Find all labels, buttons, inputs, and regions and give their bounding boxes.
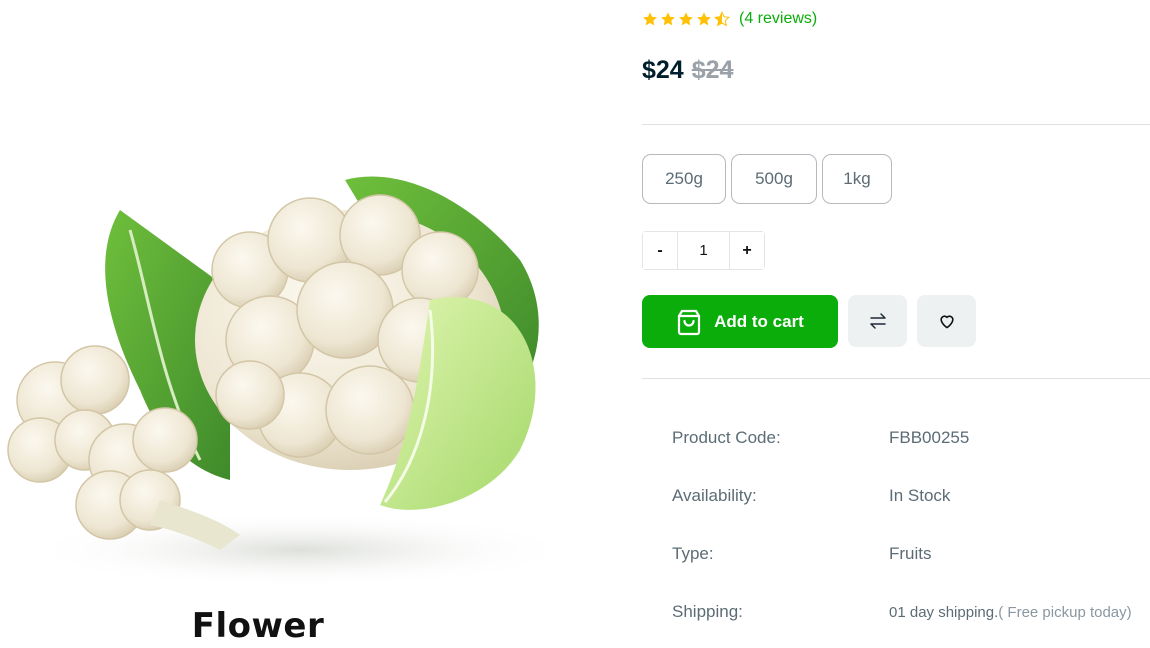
product-gallery: Flower: [0, 0, 600, 648]
product-actions: Add to cart: [642, 295, 976, 348]
spec-row-type: Type: Fruits: [672, 525, 1150, 583]
rating-stars: [642, 11, 730, 27]
spec-value: FBB00255: [889, 428, 970, 447]
wishlist-button[interactable]: [917, 295, 976, 347]
weight-options: 250g 500g 1kg: [642, 154, 892, 204]
product-details: (4 reviews) $24 $24 250g 500g 1kg - 1 + …: [642, 0, 1150, 648]
quantity-stepper: - 1 +: [642, 231, 765, 270]
arrows-swap-icon: [869, 313, 886, 329]
reviews-link[interactable]: (4 reviews): [739, 10, 817, 28]
spec-value: In Stock: [889, 486, 951, 505]
rating-row: (4 reviews): [642, 8, 817, 30]
quantity-decrease-button[interactable]: -: [643, 232, 677, 269]
original-price: $24: [691, 56, 734, 84]
weight-option-250g[interactable]: 250g: [642, 154, 726, 204]
star-full-icon: [643, 12, 657, 26]
divider: [642, 378, 1150, 379]
star-half-icon: [714, 11, 730, 27]
spec-label: Product Code:: [672, 428, 781, 447]
spec-label: Shipping:: [672, 602, 743, 621]
shopping-bag-icon: [678, 309, 701, 335]
add-to-cart-label: Add to cart: [714, 311, 804, 331]
star-full-icon: [661, 12, 675, 26]
spec-label: Availability:: [672, 486, 757, 505]
weight-option-500g[interactable]: 500g: [731, 154, 817, 204]
weight-option-1kg[interactable]: 1kg: [822, 154, 892, 204]
price-row: $24 $24: [642, 56, 733, 85]
spec-value: Fruits: [889, 544, 932, 563]
star-full-icon: [679, 12, 693, 26]
spec-label: Type:: [672, 544, 714, 563]
product-caption: Flower: [191, 606, 325, 646]
product-specs: Product Code: FBB00255 Availability: In …: [672, 409, 1150, 641]
spec-row-availability: Availability: In Stock: [672, 467, 1150, 525]
shipping-time: 01 day shipping.: [889, 604, 999, 621]
spec-row-shipping: Shipping: 01 day shipping.( Free pickup …: [672, 583, 1150, 641]
divider: [642, 124, 1150, 125]
product-image[interactable]: [0, 140, 600, 590]
shipping-note: ( Free pickup today): [998, 604, 1132, 621]
current-price: $24: [642, 56, 684, 84]
quantity-input[interactable]: 1: [677, 232, 730, 269]
star-full-icon: [697, 12, 711, 26]
heart-icon: [939, 315, 954, 329]
spec-value: 01 day shipping.( Free pickup today): [889, 604, 1132, 621]
spec-row-product-code: Product Code: FBB00255: [672, 409, 1150, 467]
compare-button[interactable]: [848, 295, 907, 347]
quantity-increase-button[interactable]: +: [730, 232, 764, 269]
add-to-cart-button[interactable]: Add to cart: [642, 295, 838, 348]
